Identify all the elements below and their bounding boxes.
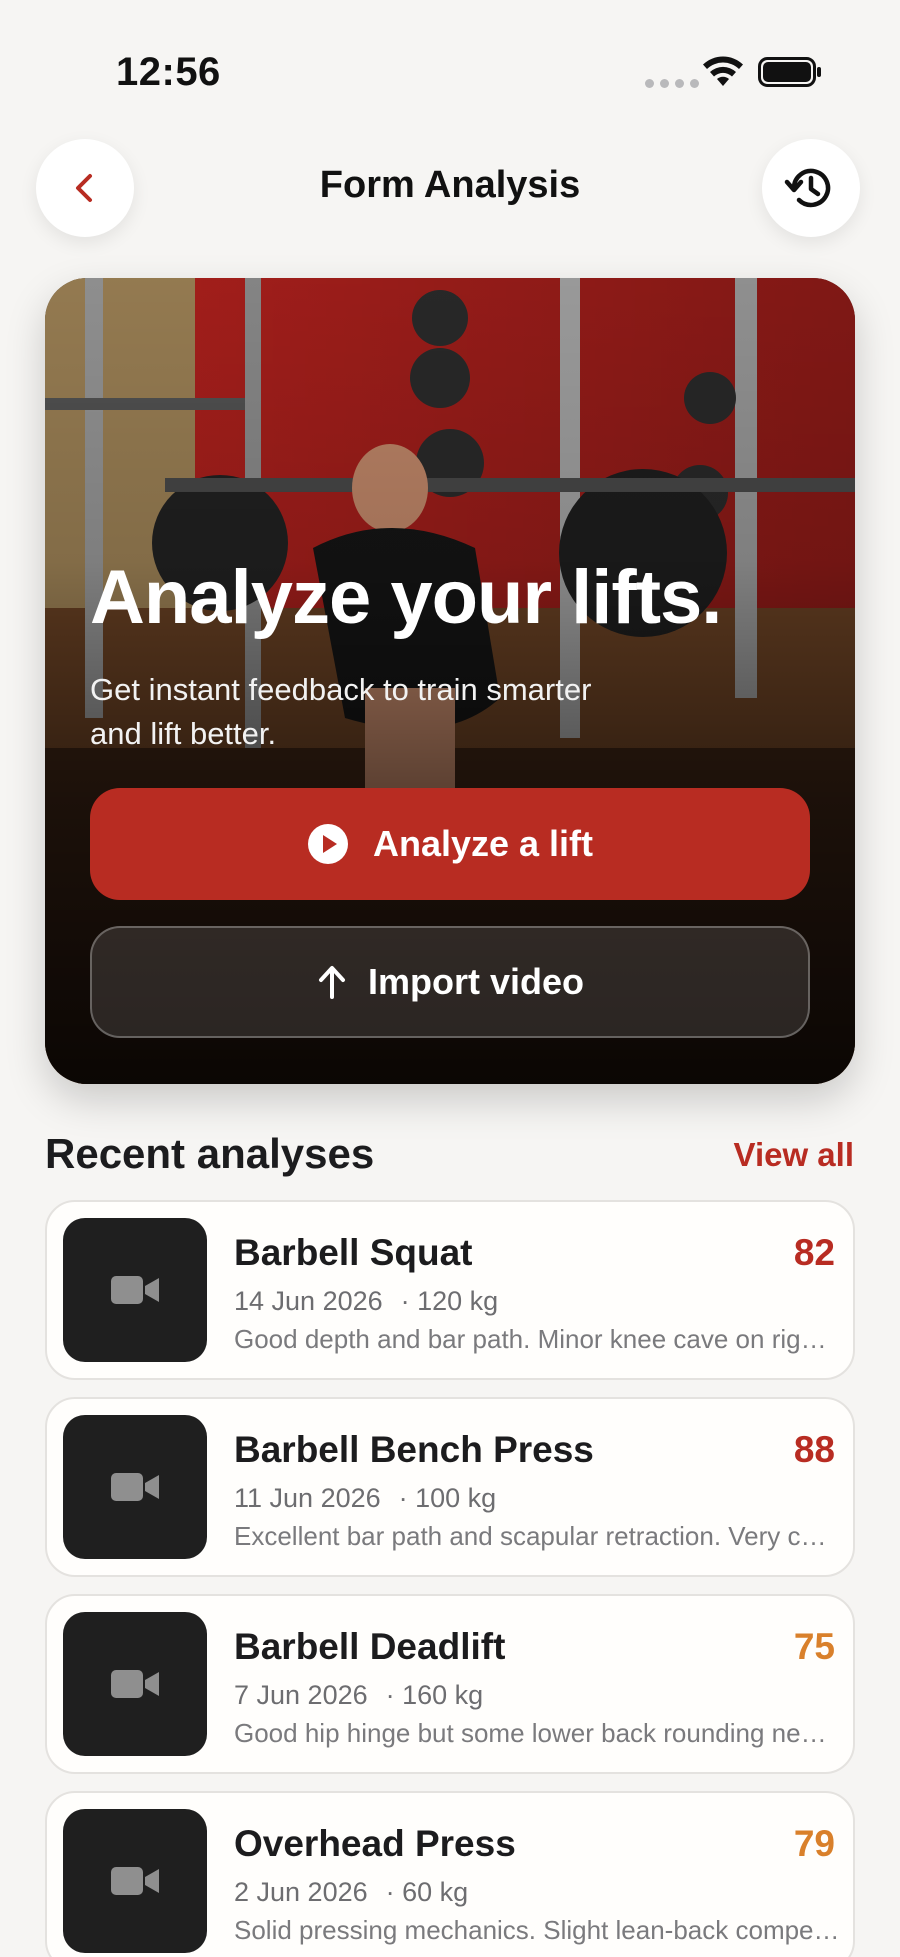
hero-card: Analyze your lifts. Get instant feedback…: [45, 278, 855, 1084]
lift-date: 2 Jun 2026: [234, 1877, 368, 1907]
video-camera-icon: [111, 1670, 159, 1698]
analysis-card-deadlift[interactable]: Barbell Deadlift 75 7 Jun 2026 · 160 kg G…: [45, 1594, 855, 1774]
play-circle-icon: [307, 824, 348, 864]
lift-name: Barbell Squat: [234, 1232, 473, 1273]
video-thumbnail: [63, 1809, 207, 1953]
video-camera-icon: [111, 1473, 159, 1501]
lift-weight: · 100 kg: [398, 1483, 497, 1513]
status-bar: 12:56: [0, 0, 900, 150]
lift-name: Barbell Bench Press: [234, 1429, 594, 1470]
analyze-lift-button[interactable]: Analyze a lift: [90, 788, 810, 900]
analysis-summary: Good hip hinge but some lower back round…: [234, 1718, 840, 1748]
form-score: 79: [793, 1823, 835, 1864]
import-video-label: Import video: [367, 961, 585, 1002]
video-camera-icon: [111, 1276, 159, 1304]
lift-name: Overhead Press: [234, 1823, 516, 1864]
lift-meta: 7 Jun 2026 · 160 kg: [234, 1680, 483, 1711]
analysis-card-bench-press[interactable]: Barbell Bench Press 88 11 Jun 2026 · 100 …: [45, 1397, 855, 1577]
video-thumbnail: [63, 1415, 207, 1559]
analysis-summary: Good depth and bar path. Minor knee cave…: [234, 1324, 840, 1354]
analyze-lift-label: Analyze a lift: [372, 823, 594, 864]
form-score: 88: [793, 1429, 835, 1470]
lift-date: 14 Jun 2026: [234, 1286, 383, 1316]
lift-name: Barbell Deadlift: [234, 1626, 506, 1667]
lift-date: 11 Jun 2026: [234, 1483, 381, 1513]
lift-weight: · 160 kg: [385, 1680, 484, 1710]
recent-analyses-heading: Recent analyses: [45, 1130, 375, 1177]
lift-meta: 11 Jun 2026 · 100 kg: [234, 1483, 496, 1514]
hero-subtitle: Get instant feedback to train smarter an…: [90, 672, 592, 751]
wifi-icon: [703, 56, 743, 86]
lift-meta: 14 Jun 2026 · 120 kg: [234, 1286, 498, 1317]
lift-date: 7 Jun 2026: [234, 1680, 368, 1710]
analysis-card-squat[interactable]: Barbell Squat 82 14 Jun 2026 · 120 kg Goo…: [45, 1200, 855, 1380]
analysis-summary: Solid pressing mechanics. Slight lean-ba…: [234, 1915, 840, 1945]
upload-arrow-icon: [318, 966, 345, 999]
history-button[interactable]: [762, 139, 860, 237]
analysis-card-overhead-press[interactable]: Overhead Press 79 2 Jun 2026 · 60 kg Soli…: [45, 1791, 855, 1957]
status-time: 12:56: [116, 50, 221, 94]
video-thumbnail: [63, 1612, 207, 1756]
hero-title: Analyze your lifts.: [90, 555, 722, 640]
lift-meta: 2 Jun 2026 · 60 kg: [234, 1877, 468, 1908]
view-all-link[interactable]: View all: [734, 1136, 854, 1174]
form-score: 82: [793, 1232, 835, 1273]
analysis-summary: Excellent bar path and scapular retracti…: [234, 1521, 840, 1551]
form-score: 75: [793, 1626, 835, 1667]
import-video-button[interactable]: Import video: [90, 926, 810, 1038]
cellular-signal-icon: [645, 79, 699, 88]
video-thumbnail: [63, 1218, 207, 1362]
battery-icon: [758, 57, 821, 87]
history-icon: [784, 168, 831, 208]
lift-weight: · 120 kg: [400, 1286, 499, 1316]
lift-weight: · 60 kg: [385, 1877, 469, 1907]
video-camera-icon: [111, 1867, 159, 1895]
